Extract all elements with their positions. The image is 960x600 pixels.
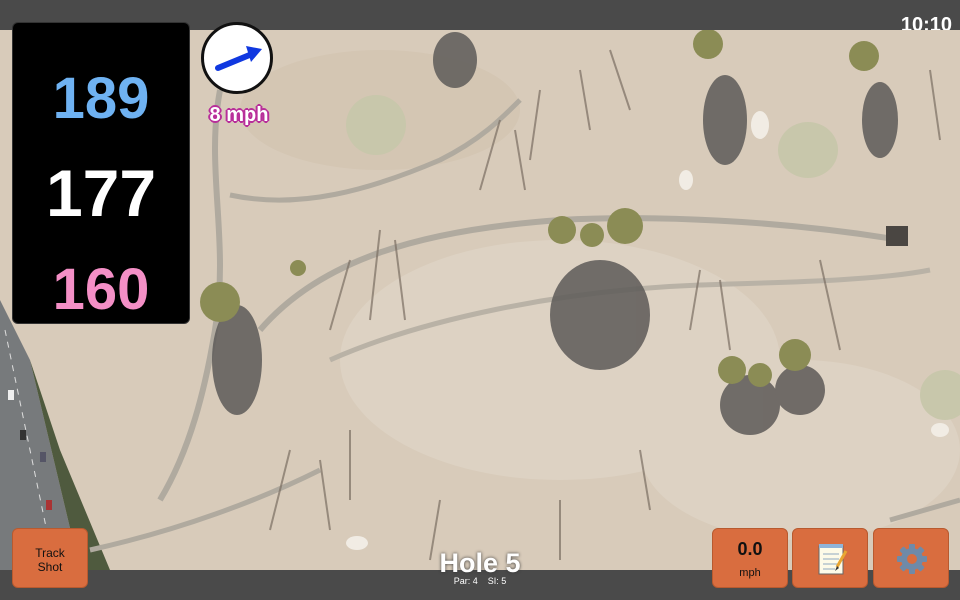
hole-title: Hole 5 <box>439 548 521 578</box>
back-of-green-distance: 189 <box>52 66 150 131</box>
speed-unit: mph <box>739 567 761 579</box>
wind-direction-arrow-icon <box>215 46 262 71</box>
hole-info: Par: 4 SI: 5 <box>380 576 580 586</box>
notepad-icon <box>818 544 848 575</box>
wind-speed-label: 8 mph <box>209 104 269 126</box>
wind-indicator[interactable] <box>201 22 273 94</box>
distance-panel: 189 177 160 <box>12 22 190 324</box>
speed-button[interactable]: 0.0 mph <box>712 528 788 588</box>
gear-icon <box>897 544 927 574</box>
front-of-green-distance: 160 <box>52 257 150 322</box>
middle-of-green-distance: 177 <box>45 156 157 230</box>
track-shot-label-line2: Shot <box>37 560 63 574</box>
hole-par: Par: 4 <box>453 576 478 586</box>
speed-value: 0.0 <box>737 539 763 559</box>
notes-button[interactable] <box>792 528 868 588</box>
settings-button[interactable] <box>873 528 949 588</box>
track-shot-label-line1: Track <box>35 546 65 560</box>
track-shot-button[interactable]: Track Shot <box>12 528 88 588</box>
hole-stroke-index: SI: 5 <box>487 576 507 586</box>
